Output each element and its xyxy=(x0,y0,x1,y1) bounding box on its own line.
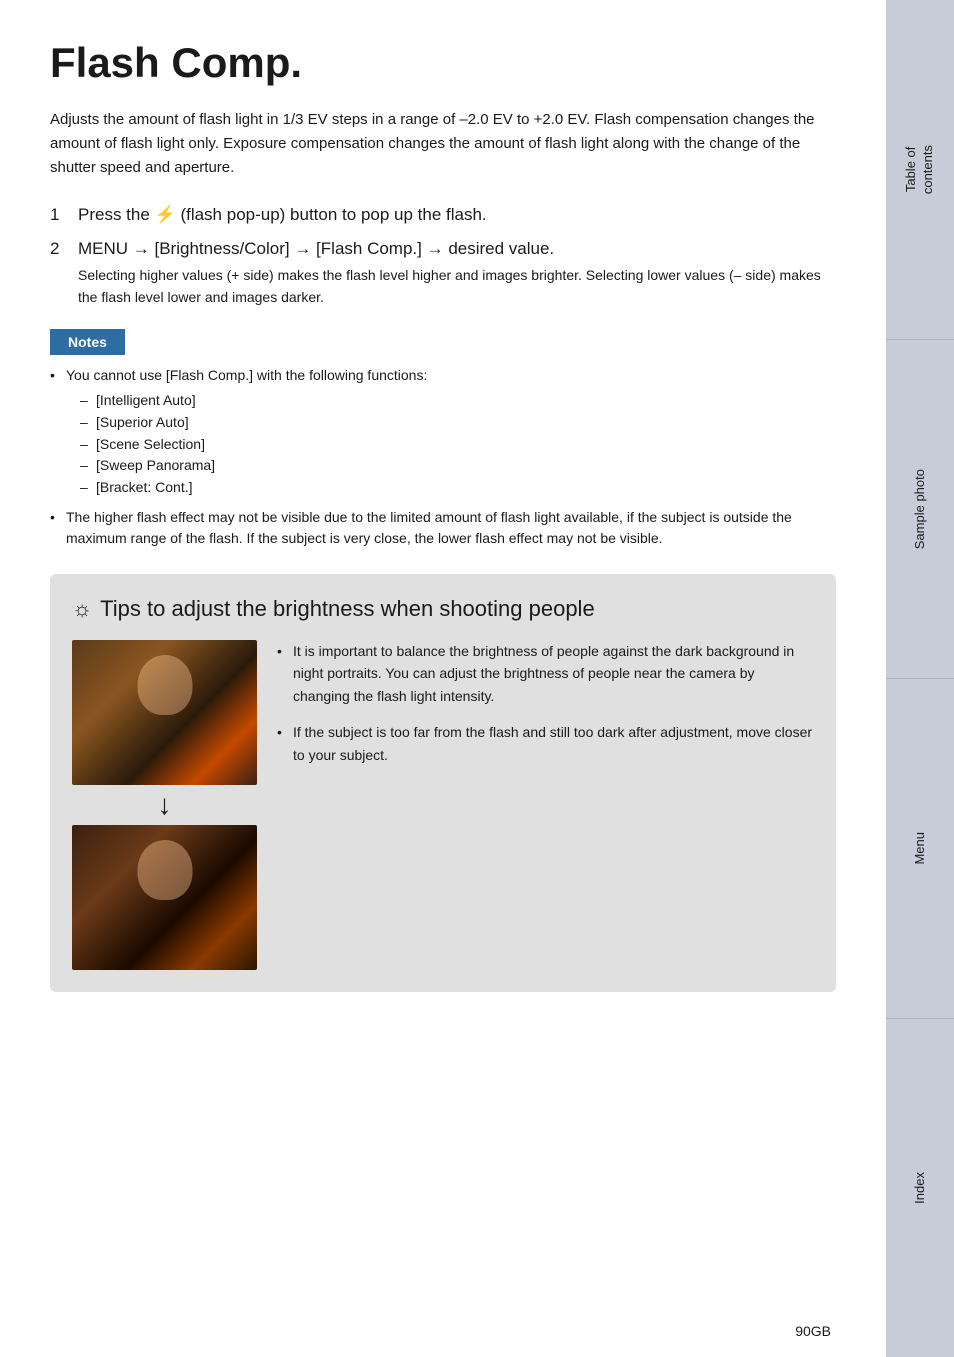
sidebar-tab-index-label: Index xyxy=(912,1162,929,1214)
sidebar-tab-sample-label: Sample photo xyxy=(912,459,929,559)
note-2-text: The higher flash effect may not be visib… xyxy=(66,509,792,547)
sidebar-tab-sample[interactable]: Sample photo xyxy=(886,340,954,680)
notes-header: Notes xyxy=(50,329,125,355)
note-subitem-1: [Intelligent Auto] xyxy=(80,390,836,412)
step-2-content: MENU → [Brightness/Color] → [Flash Comp.… xyxy=(78,236,836,309)
step-2-detail: Selecting higher values (+ side) makes t… xyxy=(78,265,836,308)
sidebar-tab-toc[interactable]: Table of contents xyxy=(886,0,954,340)
note-subitem-2: [Superior Auto] xyxy=(80,412,836,434)
page-title: Flash Comp. xyxy=(50,40,836,86)
note-1-text: You cannot use [Flash Comp.] with the fo… xyxy=(66,367,427,383)
step-1-number: 1 xyxy=(50,202,72,228)
tips-sun-icon: ☼ xyxy=(72,596,92,622)
photo-face-top xyxy=(137,655,192,715)
note-subitem-3: [Scene Selection] xyxy=(80,434,836,456)
tips-photo-bottom xyxy=(72,825,257,970)
sidebar-tab-toc-label: Table of contents xyxy=(903,135,937,204)
tips-item-1: It is important to balance the brightnes… xyxy=(277,640,814,707)
note-2: The higher flash effect may not be visib… xyxy=(50,507,836,550)
notes-section: Notes You cannot use [Flash Comp.] with … xyxy=(50,329,836,551)
tips-title-text: Tips to adjust the brightness when shoot… xyxy=(100,596,595,622)
steps-list: 1 Press the ⚡ (flash pop-up) button to p… xyxy=(50,202,836,308)
flash-icon: ⚡ xyxy=(155,202,176,228)
sidebar-tab-menu-label: Menu xyxy=(912,822,929,875)
tips-text-list: It is important to balance the brightnes… xyxy=(277,640,814,780)
sidebar: Table of contents Sample photo Menu Inde… xyxy=(886,0,954,1357)
arrow-down-icon: ↓ xyxy=(158,791,172,819)
tips-title: ☼ Tips to adjust the brightness when sho… xyxy=(72,596,814,622)
tips-body: ↓ It is important to balance the brightn… xyxy=(72,640,814,970)
tips-images: ↓ xyxy=(72,640,257,970)
page-number: 90GB xyxy=(795,1323,831,1339)
note-1-sublist: [Intelligent Auto] [Superior Auto] [Scen… xyxy=(66,390,836,498)
tips-item-2: If the subject is too far from the flash… xyxy=(277,721,814,766)
step-2-number: 2 xyxy=(50,236,72,262)
tips-section: ☼ Tips to adjust the brightness when sho… xyxy=(50,574,836,992)
sidebar-tab-index[interactable]: Index xyxy=(886,1019,954,1357)
note-1: You cannot use [Flash Comp.] with the fo… xyxy=(50,365,836,499)
step-1: 1 Press the ⚡ (flash pop-up) button to p… xyxy=(50,202,836,228)
intro-text: Adjusts the amount of flash light in 1/3… xyxy=(50,108,836,180)
note-subitem-5: [Bracket: Cont.] xyxy=(80,477,836,499)
step-1-content: Press the ⚡ (flash pop-up) button to pop… xyxy=(78,202,836,228)
main-content: Flash Comp. Adjusts the amount of flash … xyxy=(0,0,886,1357)
tips-photo-top xyxy=(72,640,257,785)
sidebar-tab-menu[interactable]: Menu xyxy=(886,679,954,1019)
note-subitem-4: [Sweep Panorama] xyxy=(80,455,836,477)
photo-face-bottom xyxy=(137,840,192,900)
step-2-title: MENU → [Brightness/Color] → [Flash Comp.… xyxy=(78,236,836,262)
notes-list: You cannot use [Flash Comp.] with the fo… xyxy=(50,365,836,551)
step-2: 2 MENU → [Brightness/Color] → [Flash Com… xyxy=(50,236,836,309)
step-1-title: Press the ⚡ (flash pop-up) button to pop… xyxy=(78,205,487,224)
